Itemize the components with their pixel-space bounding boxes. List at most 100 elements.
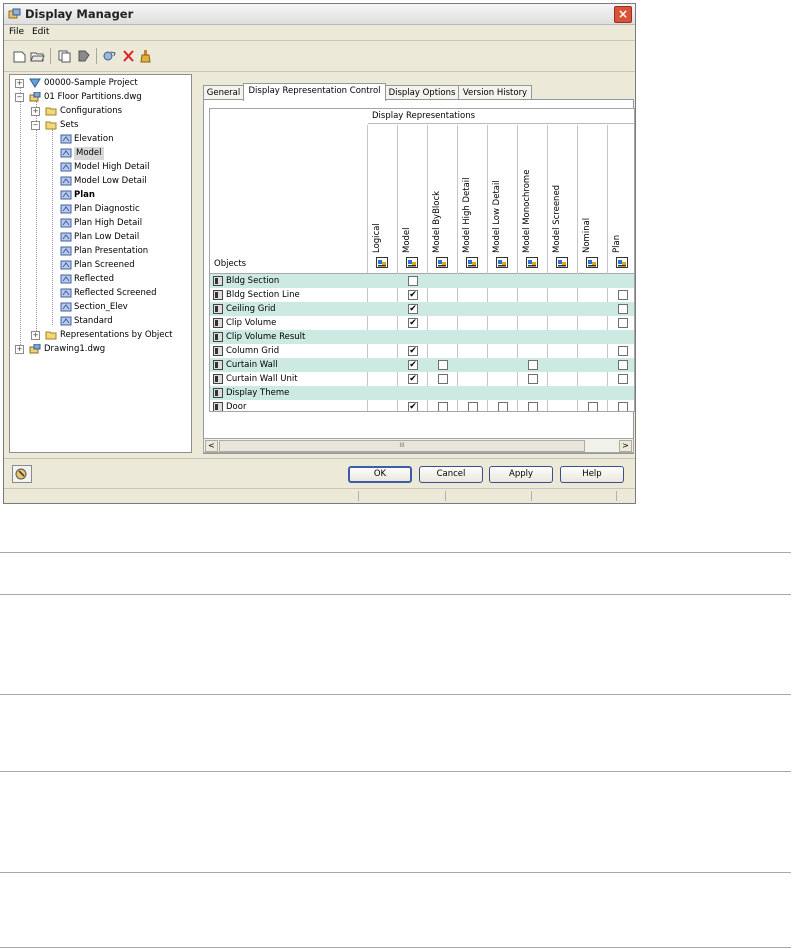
display-set-icon: [60, 134, 72, 144]
status-bar: [4, 488, 635, 503]
menu-edit[interactable]: Edit: [32, 27, 49, 37]
checkbox[interactable]: [438, 360, 448, 370]
display-set-icon: [60, 246, 72, 256]
table-row[interactable]: Clip Volume ✔: [210, 316, 634, 330]
tree-set-plan[interactable]: Plan: [60, 189, 188, 202]
table-row[interactable]: Bldg Section Line ✔: [210, 288, 634, 302]
checkbox[interactable]: [528, 360, 538, 370]
tab-display-representation-control[interactable]: Display Representation Control: [243, 83, 386, 101]
tree-representations-by-object[interactable]: + Representations by Object: [28, 329, 188, 342]
display-props-icon[interactable]: [376, 257, 388, 268]
table-row[interactable]: Display Theme: [210, 386, 634, 400]
tree-sets[interactable]: − Sets: [28, 119, 188, 132]
checkbox[interactable]: ✔: [408, 360, 418, 370]
tree-set-standard[interactable]: Standard: [60, 315, 188, 328]
display-props-icon[interactable]: [406, 257, 418, 268]
checkbox[interactable]: [438, 402, 448, 411]
checkbox[interactable]: [528, 374, 538, 384]
close-button[interactable]: ×: [614, 6, 632, 23]
checkbox[interactable]: [618, 374, 628, 384]
checkbox[interactable]: ✔: [408, 318, 418, 328]
apply-button[interactable]: Apply: [489, 466, 553, 483]
checkbox[interactable]: ✔: [408, 402, 418, 411]
scroll-thumb[interactable]: III: [219, 440, 585, 452]
help-button[interactable]: Help: [560, 466, 624, 483]
display-props-icon[interactable]: [616, 257, 628, 268]
clip-volume-icon: [213, 318, 223, 328]
display-props-icon[interactable]: [556, 257, 568, 268]
horizontal-scrollbar[interactable]: < III >: [203, 438, 634, 453]
divider-line: [0, 552, 791, 553]
tab-display-options[interactable]: Display Options: [385, 85, 459, 99]
table-row[interactable]: Column Grid ✔: [210, 344, 634, 358]
edit-icon[interactable]: [102, 49, 117, 63]
tab-general[interactable]: General: [203, 85, 244, 99]
divider-line: [0, 771, 791, 772]
scroll-left-button[interactable]: <: [205, 440, 218, 452]
tree-set-model[interactable]: Model: [60, 147, 188, 160]
brush-icon[interactable]: [138, 49, 153, 63]
tab-version-history[interactable]: Version History: [458, 85, 532, 99]
delete-icon[interactable]: [121, 49, 136, 63]
project-icon: [29, 78, 41, 88]
table-row[interactable]: Ceiling Grid ✔: [210, 302, 634, 316]
table-row[interactable]: Clip Volume Result: [210, 330, 634, 344]
display-tree[interactable]: + 00000-Sample Project − 01 Floor Partit…: [9, 74, 192, 453]
display-props-icon[interactable]: [496, 257, 508, 268]
checkbox[interactable]: [618, 318, 628, 328]
tree-set-reflected-screened[interactable]: Reflected Screened: [60, 287, 188, 300]
checkbox[interactable]: [528, 402, 538, 411]
menu-file[interactable]: File: [9, 27, 24, 37]
row-label: Clip Volume: [226, 318, 277, 328]
tree-set-section-elev[interactable]: Section_Elev: [60, 301, 188, 314]
checkbox[interactable]: [438, 374, 448, 384]
folder-icon: [45, 107, 57, 116]
display-props-icon[interactable]: [586, 257, 598, 268]
checkbox[interactable]: [588, 402, 598, 411]
tree-set-reflected[interactable]: Reflected: [60, 273, 188, 286]
checkbox[interactable]: ✔: [408, 374, 418, 384]
table-row[interactable]: Curtain Wall ✔: [210, 358, 634, 372]
checkbox[interactable]: [408, 276, 418, 286]
folder-icon: [45, 331, 57, 340]
checkbox[interactable]: [618, 290, 628, 300]
checkbox[interactable]: [618, 360, 628, 370]
tree-set-plan-presentation[interactable]: Plan Presentation: [60, 245, 188, 258]
cancel-button[interactable]: Cancel: [419, 466, 483, 483]
display-props-icon[interactable]: [526, 257, 538, 268]
display-props-icon[interactable]: [436, 257, 448, 268]
title-bar[interactable]: Display Manager ×: [4, 4, 635, 25]
checkbox[interactable]: ✔: [408, 290, 418, 300]
tree-configurations[interactable]: + Configurations: [28, 105, 188, 118]
divider-line: [0, 694, 791, 695]
copy-icon[interactable]: [57, 49, 72, 63]
checkbox[interactable]: [498, 402, 508, 411]
ok-button[interactable]: OK: [348, 466, 412, 483]
checkbox[interactable]: ✔: [408, 346, 418, 356]
tree-set-plan-low-detail[interactable]: Plan Low Detail: [60, 231, 188, 244]
row-label: Curtain Wall Unit: [226, 374, 298, 384]
tree-set-plan-diagnostic[interactable]: Plan Diagnostic: [60, 203, 188, 216]
checkbox[interactable]: [618, 346, 628, 356]
table-row[interactable]: Bldg Section: [210, 274, 634, 288]
table-row[interactable]: Door ✔: [210, 400, 634, 411]
purge-icon[interactable]: [76, 49, 91, 63]
checkbox[interactable]: [618, 304, 628, 314]
scroll-right-button[interactable]: >: [619, 440, 632, 452]
checkbox[interactable]: [468, 402, 478, 411]
open-icon[interactable]: [30, 49, 45, 63]
tree-set-plan-screened[interactable]: Plan Screened: [60, 259, 188, 272]
new-icon[interactable]: [12, 49, 27, 63]
display-props-icon[interactable]: [466, 257, 478, 268]
tree-set-model-high-detail[interactable]: Model High Detail: [60, 161, 188, 174]
tree-project[interactable]: + 00000-Sample Project: [12, 77, 191, 90]
checkbox[interactable]: ✔: [408, 304, 418, 314]
help-icon[interactable]: [12, 465, 32, 483]
tree-set-plan-high-detail[interactable]: Plan High Detail: [60, 217, 188, 230]
tree-drawing1[interactable]: + Drawing1.dwg: [12, 343, 191, 356]
tree-set-elevation[interactable]: Elevation: [60, 133, 188, 146]
tree-set-model-low-detail[interactable]: Model Low Detail: [60, 175, 188, 188]
table-row[interactable]: Curtain Wall Unit ✔: [210, 372, 634, 386]
checkbox[interactable]: [618, 402, 628, 411]
tree-drawing-floor-partitions[interactable]: − 01 Floor Partitions.dwg: [12, 91, 191, 104]
